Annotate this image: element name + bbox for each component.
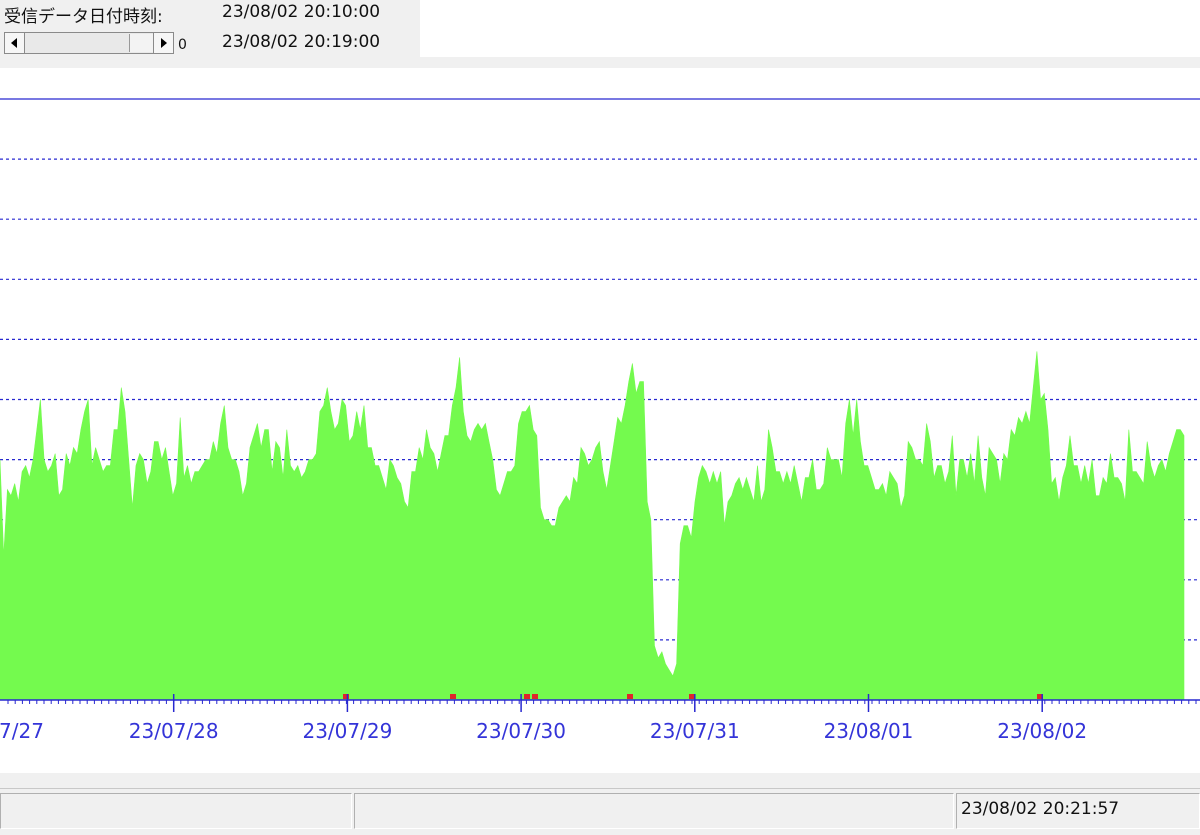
arrow-left-icon: [11, 38, 17, 48]
alert-marker: [524, 694, 530, 699]
status-bar: 23/08/02 20:21:57: [0, 788, 1200, 835]
alert-marker: [532, 694, 538, 699]
received-date-value: 23/08/02 20:10:00: [222, 2, 381, 22]
arrow-right-icon: [161, 38, 167, 48]
x-tick-label: 23/08/01: [824, 719, 914, 743]
status-clock-text: 23/08/02 20:21:57: [961, 799, 1120, 819]
trend-chart: 23/07/27 23/07/28 23/07/29 23/07/30 23/07/31…: [0, 68, 1200, 773]
x-tick-label: 23/07/30: [476, 719, 566, 743]
tick-label-layer: 23/07/27 23/07/28 23/07/29 23/07/30 23/07/31…: [0, 719, 1087, 743]
scroll-right-button[interactable]: [153, 33, 173, 53]
header-panel: 受信データ日付時刻: 23/08/02 20:10:00 0 23/08/02 …: [0, 0, 420, 60]
scroll-left-button[interactable]: [5, 33, 25, 53]
trend-chart-svg: 23/07/27 23/07/28 23/07/29 23/07/30 23/07/31…: [0, 98, 1200, 743]
status-pane-clock: 23/08/02 20:21:57: [956, 793, 1200, 829]
current-time-value: 23/08/02 20:19:00: [222, 32, 381, 52]
x-tick-label: 23/08/02: [997, 719, 1087, 743]
alert-marker: [450, 694, 456, 699]
scroll-thumb[interactable]: [129, 34, 155, 52]
x-tick-label: 23/07/28: [129, 719, 219, 743]
x-tick-label: 23/07/31: [650, 719, 740, 743]
scroll-value: 0: [178, 37, 187, 53]
received-date-label: 受信データ日付時刻:: [4, 7, 163, 27]
status-pane-2: [354, 793, 954, 829]
x-tick-label: 23/07/29: [302, 719, 392, 743]
x-tick-label: 23/07/27: [0, 719, 44, 743]
alert-marker: [627, 694, 633, 699]
header-blank-area: [420, 0, 1200, 57]
data-layer: [0, 351, 1185, 701]
time-scrollbar[interactable]: [4, 32, 174, 54]
series-area: [0, 351, 1185, 701]
status-pane-1: [0, 793, 352, 829]
